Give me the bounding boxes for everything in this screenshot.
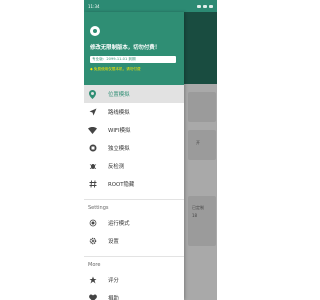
section-title-settings: Settings [88, 205, 109, 211]
gear-icon [88, 237, 97, 246]
menu-item-run-mode[interactable]: 运行模式 [84, 214, 184, 232]
menu-label: 评分 [108, 278, 119, 284]
notice-text: ◆ 免费使用仅限本机，请勿付费 [90, 67, 141, 71]
hash-icon [88, 180, 97, 189]
stop-circle-icon [88, 144, 97, 153]
menu-item-donate[interactable]: 捐助 [84, 289, 184, 300]
bug-icon [88, 162, 97, 171]
drawer-header: 修改无限制版本，切勿付费！ 专业版：2099-11-01 到期 ◆ 免费使用仅限… [84, 12, 184, 85]
divider [84, 199, 184, 200]
menu-label: 位置模拟 [108, 92, 130, 98]
run-mode-icon [88, 219, 97, 228]
heart-icon [88, 294, 97, 300]
status-time: 11:34 [88, 3, 100, 9]
section-title-more: More [88, 262, 101, 268]
license-badge: 专业版：2099-11-01 到期 [90, 56, 176, 63]
phone-screen: 11:34 开 已定制 18 修改无限制版本，切勿付费！ 专业版：2099-11… [84, 0, 217, 300]
menu-label: 独立模拟 [108, 146, 130, 152]
menu-item-location[interactable]: 位置模拟 [84, 85, 184, 103]
menu-item-route[interactable]: 路线模拟 [84, 103, 184, 121]
location-pin-icon [88, 89, 97, 99]
wifi-status-icon [203, 4, 207, 8]
star-icon [88, 276, 97, 285]
menu-item-wifi[interactable]: WIFI模拟 [84, 121, 184, 139]
menu-item-anti-detect[interactable]: 反检测 [84, 157, 184, 175]
menu-label: 路线模拟 [108, 110, 130, 116]
wifi-icon [88, 126, 97, 135]
signal-icon [197, 4, 201, 8]
battery-icon [209, 4, 213, 8]
menu-label: WIFI模拟 [108, 128, 131, 134]
navigation-arrow-icon [88, 108, 97, 117]
app-logo-icon [90, 26, 100, 36]
menu-label: 设置 [108, 239, 119, 245]
divider [84, 256, 184, 257]
menu-item-settings[interactable]: 设置 [84, 232, 184, 250]
menu-label: 运行模式 [108, 221, 130, 227]
promo-text: 修改无限制版本，切勿付费！ [90, 45, 161, 51]
menu-label: ROOT隐藏 [108, 182, 135, 188]
menu-item-root-hide[interactable]: ROOT隐藏 [84, 175, 184, 193]
menu-label: 反检测 [108, 164, 125, 170]
status-bar: 11:34 [84, 0, 217, 12]
menu-label: 捐助 [108, 296, 119, 300]
status-icons [197, 4, 213, 8]
menu-item-standalone[interactable]: 独立模拟 [84, 139, 184, 157]
menu-item-rate[interactable]: 评分 [84, 271, 184, 289]
navigation-drawer: 修改无限制版本，切勿付费！ 专业版：2099-11-01 到期 ◆ 免费使用仅限… [84, 12, 184, 300]
